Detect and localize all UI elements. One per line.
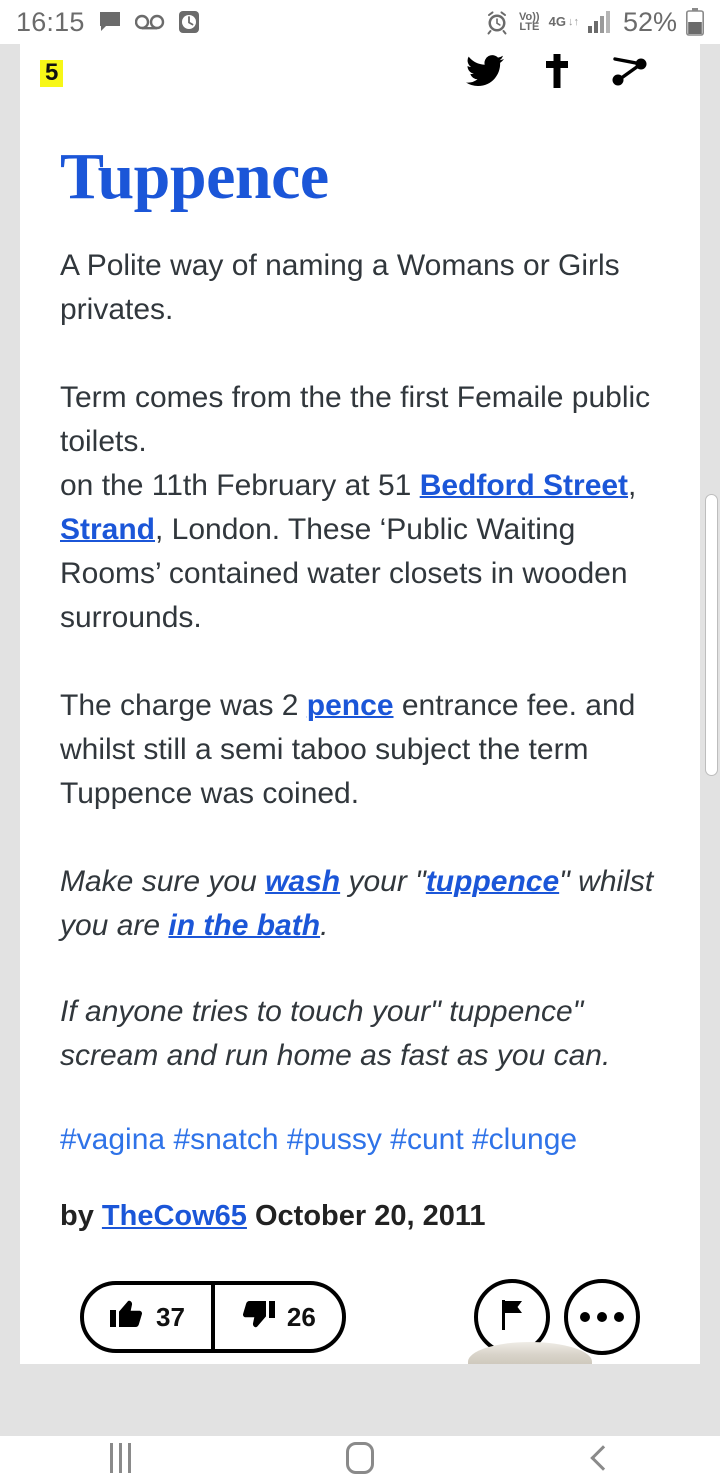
- byline-date: October 20, 2011: [246, 1200, 486, 1232]
- status-bar: 16:15 Vo)) LTE 4G ↓↑ 52%: [0, 0, 720, 44]
- definition-paragraph-1: A Polite way of naming a Womans or Girls…: [60, 249, 620, 326]
- tag-list: #vagina #snatch #pussy #cunt #clunge: [60, 1120, 660, 1160]
- definition-3-pre: The charge was 2: [60, 689, 307, 722]
- byline: by TheCow65 October 20, 2011: [60, 1200, 660, 1233]
- example-paragraph-1: Make sure you wash your "tuppence" whils…: [60, 860, 660, 948]
- definition-2-part-2-pre: on the 11th February at 51: [60, 469, 420, 502]
- byline-author-link[interactable]: TheCow65: [102, 1200, 247, 1232]
- back-icon: [590, 1445, 616, 1471]
- share-icon[interactable]: [610, 54, 648, 93]
- battery-icon: [686, 8, 704, 36]
- recents-icon: [109, 1443, 131, 1473]
- tag-item[interactable]: #pussy: [287, 1123, 382, 1156]
- vote-button-group: 37 26: [80, 1281, 346, 1353]
- upvote-count: 37: [156, 1301, 185, 1332]
- upvote-button[interactable]: 37: [84, 1285, 211, 1349]
- alarm-icon: [484, 9, 510, 35]
- more-options-button[interactable]: [564, 1279, 640, 1355]
- link-tuppence[interactable]: tuppence: [426, 865, 559, 898]
- example-1-post: .: [320, 909, 329, 942]
- definition-paragraph-3: The charge was 2 pence entrance fee. and…: [60, 684, 660, 816]
- nav-recents-button[interactable]: [0, 1443, 240, 1473]
- page-scrollbar[interactable]: [705, 494, 718, 776]
- definition-card: 5 Tuppence A Polite way of naming a Woma…: [20, 44, 700, 1364]
- link-strand[interactable]: Strand: [60, 513, 155, 546]
- link-wash[interactable]: wash: [265, 865, 340, 898]
- definition-2-part-2-mid: ,: [628, 469, 637, 502]
- tag-item[interactable]: #cunt: [390, 1123, 463, 1156]
- link-in-the-bath[interactable]: in the bath: [168, 909, 320, 942]
- browser-viewport: 5 Tuppence A Polite way of naming a Woma…: [0, 44, 720, 1436]
- example-1-mid-1: your ": [340, 865, 426, 898]
- entry-content: Tuppence A Polite way of naming a Womans…: [20, 144, 700, 1355]
- home-icon: [346, 1442, 374, 1474]
- byline-by-label: by: [60, 1200, 102, 1232]
- status-bar-left: 16:15: [16, 7, 200, 38]
- example-paragraph-2: If anyone tries to touch your" tuppence"…: [60, 995, 611, 1072]
- thumbs-down-icon: [241, 1298, 275, 1337]
- tag-item[interactable]: #snatch: [173, 1123, 278, 1156]
- flag-icon: [496, 1298, 528, 1337]
- page-title: Tuppence: [60, 140, 329, 213]
- entry-header-row: 5: [20, 44, 700, 102]
- share-icon-group: [466, 53, 682, 93]
- nav-home-button[interactable]: [240, 1442, 480, 1474]
- action-row: 37 26: [60, 1279, 660, 1355]
- count-badge: 5: [40, 59, 64, 87]
- status-bar-right: Vo)) LTE 4G ↓↑ 52%: [484, 7, 704, 38]
- link-bedford-street[interactable]: Bedford Street: [420, 469, 628, 502]
- downvote-button[interactable]: 26: [210, 1285, 342, 1349]
- example-1-pre: Make sure you: [60, 865, 266, 898]
- alarm-clock-icon: [178, 10, 200, 34]
- dagger-icon[interactable]: [546, 53, 568, 93]
- voicemail-icon: [134, 13, 165, 31]
- link-pence[interactable]: pence: [307, 689, 394, 722]
- battery-percent: 52%: [622, 6, 677, 37]
- definition-paragraph-2: Term comes from the the first Femaile pu…: [60, 376, 660, 640]
- nav-back-button[interactable]: [480, 1445, 720, 1471]
- volte-icon: Vo)) LTE: [519, 11, 540, 33]
- data-arrows-icon: ↓↑: [567, 15, 579, 28]
- message-icon: [98, 10, 122, 34]
- network-4g-icon: 4G ↓↑: [548, 14, 579, 29]
- tag-item[interactable]: #clunge: [472, 1123, 577, 1156]
- definition-2-part-1: Term comes from the the first Femaile pu…: [60, 381, 651, 458]
- downvote-count: 26: [286, 1301, 316, 1332]
- signal-bars-icon: [587, 11, 614, 33]
- twitter-icon[interactable]: [466, 54, 504, 92]
- thumbs-up-icon: [110, 1298, 144, 1337]
- ellipsis-icon: [580, 1312, 624, 1322]
- status-time: 16:15: [16, 6, 85, 37]
- android-nav-bar: [0, 1436, 720, 1480]
- phone-screen: 16:15 Vo)) LTE 4G ↓↑ 52% 5 Tuppence A Po…: [0, 0, 720, 1480]
- tag-item[interactable]: #vagina: [60, 1123, 165, 1156]
